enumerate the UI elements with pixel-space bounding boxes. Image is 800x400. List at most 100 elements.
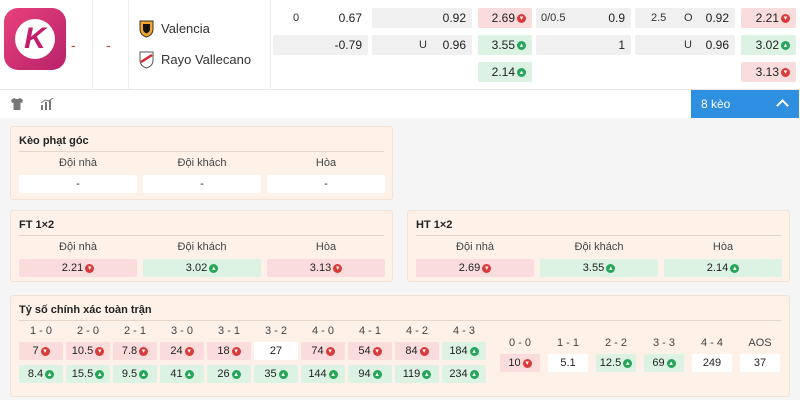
score-label: 3 - 3 [652, 337, 675, 349]
x12-odds[interactable]: 2.69 ▾ [478, 8, 532, 28]
markets-content: Kèo phạt góc Đội nhà Đội khách Hòa - - -… [0, 118, 800, 400]
arrow-down-icon: ▾ [184, 346, 194, 356]
odds-value: - [200, 178, 204, 190]
odds-value: 84 [405, 345, 418, 357]
h-x12-odds[interactable]: 2.21 ▾ [741, 8, 796, 28]
arrow-down-icon: ▾ [95, 346, 105, 356]
score-odds[interactable]: 8.4 ▴ [19, 365, 63, 383]
arrow-up-icon: ▴ [469, 346, 479, 356]
arrow-down-icon: ▾ [85, 263, 95, 273]
arrow-up-icon: ▴ [517, 40, 526, 50]
h-hcp-odds-value: 1 [618, 38, 625, 52]
arrow-up-icon: ▴ [730, 263, 740, 273]
score-label: 1 - 1 [556, 337, 579, 349]
home-team[interactable]: Valencia [138, 19, 210, 38]
x12-odds-value: 2.69 [491, 11, 515, 25]
chevron-up-icon [776, 99, 789, 112]
draw-score-odds[interactable]: 249 [692, 354, 732, 372]
arrow-up-icon: ▴ [623, 358, 633, 368]
x12-odds[interactable]: 2.14 ▴ [478, 62, 532, 82]
odds-value: 234 [449, 368, 468, 380]
score-odds[interactable]: 41 ▴ [160, 365, 204, 383]
corner-draw-odds[interactable]: - [267, 175, 385, 193]
h-ou-odds-value: 0.96 [705, 38, 729, 52]
draw-score-odds[interactable]: 69 ▴ [644, 354, 684, 372]
odds-value: 8.4 [27, 368, 44, 380]
draw-score-odds[interactable]: 37 [740, 354, 780, 372]
score-odds[interactable]: 144 ▴ [301, 365, 345, 383]
score-odds[interactable]: 234 ▴ [442, 365, 486, 383]
h-x12-odds[interactable]: 3.13 ▾ [741, 62, 796, 82]
odds-value: 54 [358, 345, 371, 357]
x12-odds[interactable]: 3.55 ▴ [478, 35, 532, 55]
score-odds[interactable]: 15.5 ▴ [66, 365, 110, 383]
score-odds[interactable]: 94 ▴ [348, 365, 392, 383]
arrow-up-icon: ▴ [372, 369, 382, 379]
hcp-odds[interactable]: 0.67 [273, 8, 368, 28]
draw-score-odds[interactable]: 10 ▾ [500, 354, 540, 372]
score-label: 4 - 4 [700, 337, 723, 349]
shirt-icon[interactable] [10, 97, 24, 111]
correct-score-panel: Tỷ số chính xác toàn trận 1 - 0 2 - 0 2 … [10, 295, 790, 397]
ou-odds[interactable]: 0.92 [372, 8, 472, 28]
arrow-up-icon: ▴ [328, 369, 338, 379]
score-odds[interactable]: 10.5 ▾ [66, 342, 110, 360]
odds-value: 3.13 [309, 262, 332, 274]
arrow-up-icon: ▴ [139, 369, 149, 379]
odds-value: 10.5 [71, 345, 94, 357]
odds-value: 249 [702, 357, 722, 369]
score-odds[interactable]: 74 ▾ [301, 342, 345, 360]
score-odds[interactable]: 84 ▾ [395, 342, 439, 360]
match-row: K - - Valencia Rayo Vallecano 0 0.67 1 O… [0, 0, 800, 90]
odds-value: 18 [217, 345, 230, 357]
markets-toggle-button[interactable]: 8 kèo [691, 90, 799, 118]
ft-away-odds[interactable]: 3.02 ▴ [143, 259, 261, 277]
h-hcp-odds[interactable]: 1 [536, 35, 631, 55]
x12-odds-value: 2.14 [491, 65, 515, 79]
h-x12-odds[interactable]: 3.02 ▴ [741, 35, 796, 55]
score-label: 2 - 2 [604, 337, 627, 349]
hcp-odds-value: -0.79 [334, 38, 362, 52]
ft-home-odds[interactable]: 2.21 ▾ [19, 259, 137, 277]
ht-away-odds[interactable]: 3.55 ▴ [540, 259, 658, 277]
score-odds[interactable]: 24 ▾ [160, 342, 204, 360]
score-odds[interactable]: 54 ▾ [348, 342, 392, 360]
ou-side: U [419, 39, 427, 51]
ht-home-odds[interactable]: 2.69 ▾ [416, 259, 534, 277]
corner-panel: Kèo phạt góc Đội nhà Đội khách Hòa - - - [10, 126, 393, 200]
score-odds[interactable]: 26 ▴ [207, 365, 251, 383]
away-team[interactable]: Rayo Vallecano [138, 50, 251, 69]
score-odds[interactable]: 184 ▴ [442, 342, 486, 360]
odds-value: 2.69 [458, 262, 481, 274]
away-team-name: Rayo Vallecano [161, 52, 252, 67]
odds-value: 12.5 [599, 357, 622, 369]
rayo-crest-icon [139, 51, 154, 69]
score-odds[interactable]: 9.5 ▴ [113, 365, 157, 383]
score-odds[interactable]: 119 ▴ [395, 365, 439, 383]
odds-value: 26 [217, 368, 230, 380]
score-label: 0 - 0 [508, 337, 531, 349]
odds-value: 144 [308, 368, 327, 380]
odds-value: 15.5 [71, 368, 94, 380]
score-odds[interactable]: 7 ▾ [19, 342, 63, 360]
ht-draw-odds[interactable]: 2.14 ▴ [664, 259, 782, 277]
arrow-down-icon: ▾ [325, 346, 335, 356]
score-odds[interactable]: 18 ▾ [207, 342, 251, 360]
stats-chart-icon[interactable] [40, 97, 54, 111]
h-ou-line: 2.5 [651, 12, 667, 24]
draw-score-odds[interactable]: 5.1 [548, 354, 588, 372]
header-home: Đội nhà [59, 241, 97, 253]
score-odds[interactable]: 35 ▴ [254, 365, 298, 383]
ou-odds-value: 0.96 [442, 38, 466, 52]
divider [19, 151, 384, 152]
corner-home-odds[interactable]: - [19, 175, 137, 193]
ft-draw-odds[interactable]: 3.13 ▾ [267, 259, 385, 277]
header-draw: Hòa [712, 241, 734, 253]
hcp-odds[interactable]: -0.79 [273, 35, 368, 55]
score-odds[interactable]: 7.8 ▾ [113, 342, 157, 360]
arrow-down-icon: ▾ [419, 346, 429, 356]
draw-score-odds[interactable]: 12.5 ▴ [596, 354, 636, 372]
score-odds[interactable]: 27 [254, 342, 298, 360]
corner-away-odds[interactable]: - [143, 175, 261, 193]
markets-toggle-label: 8 kèo [701, 97, 731, 111]
